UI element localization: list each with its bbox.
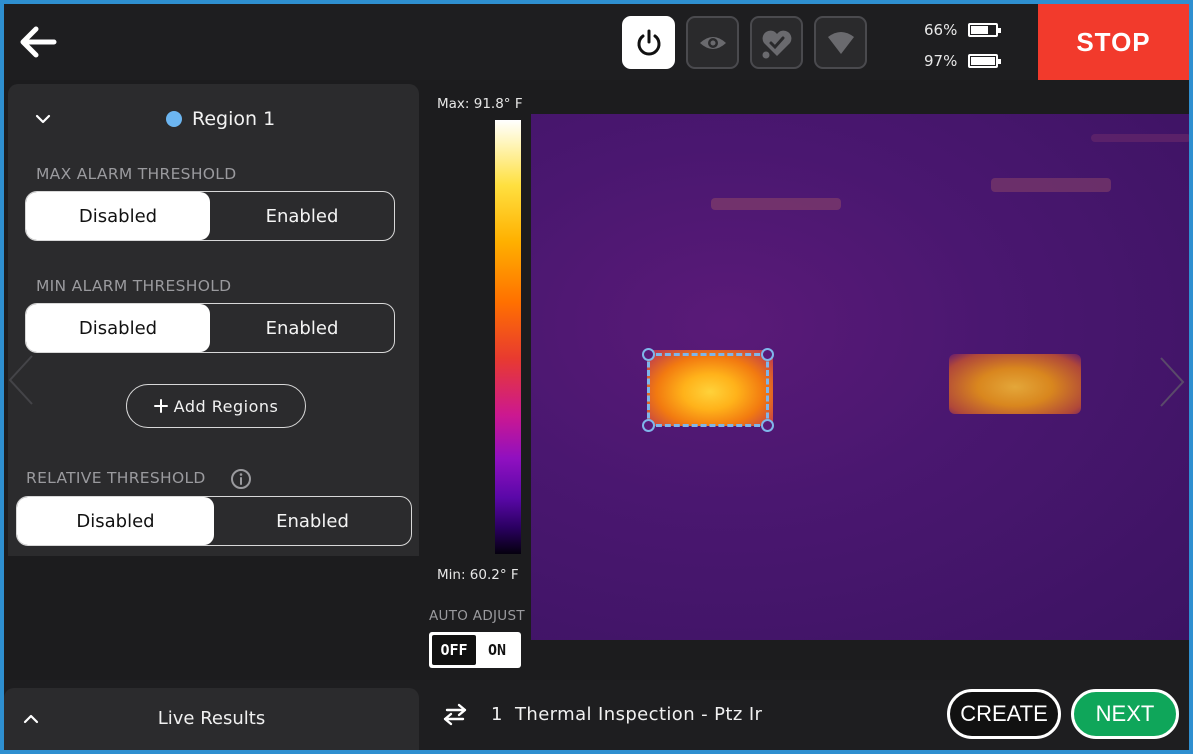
region-name: Region 1 <box>192 108 276 130</box>
wifi-button[interactable] <box>814 16 867 69</box>
max-alarm-enabled-option[interactable]: Enabled <box>210 192 394 240</box>
info-icon[interactable] <box>230 468 252 490</box>
bottom-bar: 1 Thermal Inspection - Ptz Ir CREATE NEX… <box>419 680 1189 750</box>
auto-adjust-toggle[interactable]: OFF ON <box>429 632 521 668</box>
auto-adjust-off[interactable]: OFF <box>432 635 476 665</box>
chevron-left-icon <box>8 355 33 405</box>
battery-percent: 66% <box>924 21 958 39</box>
min-temp-label: Min: 60.2° F <box>437 567 519 583</box>
auto-adjust-on[interactable]: ON <box>476 635 518 665</box>
app-frame: 66% 97% STOP Region 1 MAX ALARM THRESHOL… <box>0 0 1193 754</box>
wifi-icon <box>827 31 854 54</box>
colorbar-panel: Max: 91.8° F Min: 60.2° F AUTO ADJUST OF… <box>419 80 531 680</box>
region-title: Region 1 <box>166 106 275 132</box>
inspection-name: Thermal Inspection - Ptz Ir <box>515 704 763 725</box>
live-results-panel[interactable]: Live Results <box>4 688 419 750</box>
battery-percent: 97% <box>924 52 958 70</box>
collapse-region-button[interactable] <box>30 106 56 132</box>
color-scale <box>495 120 521 554</box>
thermal-beam <box>1091 134 1189 142</box>
chevron-right-icon <box>1160 357 1185 407</box>
swap-button[interactable] <box>441 702 469 726</box>
heart-check-icon <box>762 30 791 58</box>
battery-status-1: 66% <box>924 19 1004 41</box>
arrow-left-icon <box>20 26 57 58</box>
previous-arrow[interactable] <box>6 350 36 410</box>
next-button[interactable]: NEXT <box>1071 689 1179 739</box>
max-alarm-label: MAX ALARM THRESHOLD <box>36 165 237 183</box>
max-alarm-disabled-option[interactable]: Disabled <box>26 192 210 240</box>
thermal-bottom-band <box>531 640 1189 680</box>
power-icon <box>637 29 660 55</box>
battery-icon <box>968 54 1001 68</box>
add-regions-label: Add Regions <box>173 396 279 416</box>
region-settings-panel: Region 1 MAX ALARM THRESHOLD Disabled En… <box>4 80 419 750</box>
power-button[interactable] <box>622 16 675 69</box>
eye-icon <box>699 36 726 49</box>
min-alarm-enabled-option[interactable]: Enabled <box>210 304 394 352</box>
relative-threshold-toggle: Disabled Enabled <box>16 496 412 546</box>
region-card: Region 1 MAX ALARM THRESHOLD Disabled En… <box>8 84 419 556</box>
live-results-label: Live Results <box>157 708 266 729</box>
create-button[interactable]: CREATE <box>947 689 1061 739</box>
resize-handle[interactable] <box>642 348 655 361</box>
swap-arrows-icon <box>443 703 467 726</box>
inspection-number: 1 <box>491 704 503 725</box>
resize-handle[interactable] <box>761 419 774 432</box>
max-temp-label: Max: 91.8° F <box>437 96 523 112</box>
next-arrow[interactable] <box>1157 352 1187 412</box>
min-alarm-disabled-option[interactable]: Disabled <box>26 304 210 352</box>
thermal-image[interactable] <box>531 114 1189 640</box>
min-alarm-label: MIN ALARM THRESHOLD <box>36 277 232 295</box>
stop-button[interactable]: STOP <box>1038 4 1189 80</box>
min-alarm-toggle: Disabled Enabled <box>25 303 395 353</box>
thermal-beam <box>711 198 841 210</box>
thermal-beam <box>991 178 1111 192</box>
resize-handle[interactable] <box>642 419 655 432</box>
battery-icon <box>968 23 1001 37</box>
resize-handle[interactable] <box>761 348 774 361</box>
visibility-button[interactable] <box>686 16 739 69</box>
region-selection-box[interactable] <box>642 348 774 432</box>
relative-threshold-label: RELATIVE THRESHOLD <box>26 469 206 487</box>
auto-adjust-label: AUTO ADJUST <box>429 608 525 624</box>
battery-status-2: 97% <box>924 50 1004 72</box>
chevron-down-icon <box>35 114 51 124</box>
add-regions-button[interactable]: Add Regions <box>126 384 306 428</box>
back-button[interactable] <box>16 20 60 64</box>
region-color-dot <box>166 111 182 127</box>
max-alarm-toggle: Disabled Enabled <box>25 191 395 241</box>
top-bar: 66% 97% STOP <box>4 4 1189 80</box>
health-button[interactable] <box>750 16 803 69</box>
plus-icon <box>153 399 168 413</box>
hot-spot <box>949 354 1081 414</box>
relative-disabled-option[interactable]: Disabled <box>17 497 214 545</box>
thermal-top-band <box>531 80 1189 114</box>
relative-enabled-option[interactable]: Enabled <box>214 497 411 545</box>
